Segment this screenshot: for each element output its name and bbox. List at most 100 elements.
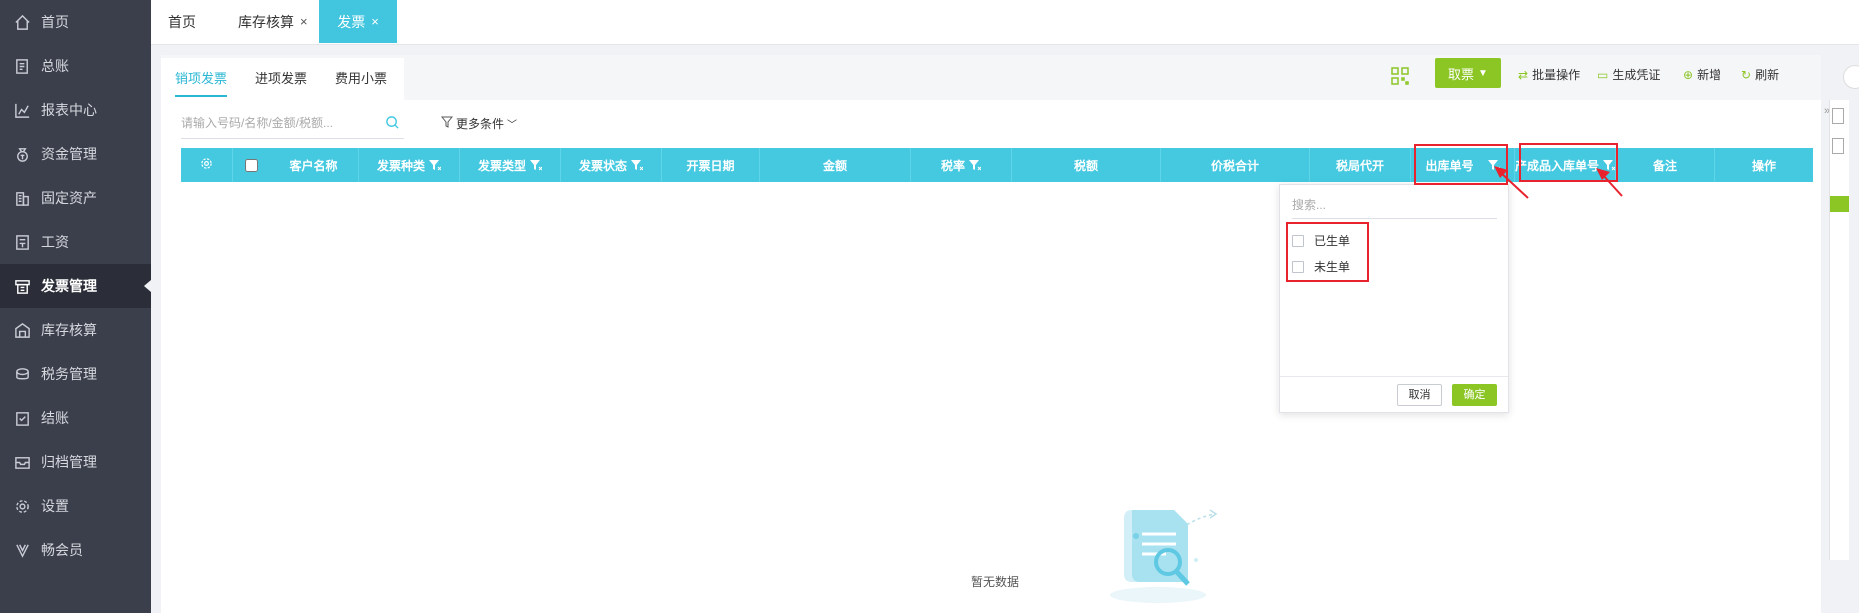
- empty-state-text: 暂无数据: [971, 575, 1020, 589]
- strip-box: [1832, 108, 1844, 124]
- column-settings[interactable]: [181, 148, 233, 182]
- column-amount[interactable]: 金额: [760, 148, 911, 182]
- filter-icon[interactable]: [631, 159, 644, 171]
- tab-label: 首页: [168, 13, 196, 30]
- column-actions[interactable]: 操作: [1715, 148, 1813, 182]
- sidebar-item-checkout[interactable]: 结账: [0, 396, 151, 440]
- sidebar-item-ledger[interactable]: 总账: [0, 44, 151, 88]
- more-filter-label: 更多条件: [456, 117, 505, 131]
- filter-icon[interactable]: [429, 159, 442, 171]
- button-label: 批量操作: [1532, 68, 1581, 82]
- column-tax-amount[interactable]: 税额: [1012, 148, 1161, 182]
- sidebar-item-invoice[interactable]: 发票管理: [0, 264, 151, 308]
- strip-badge: [1830, 196, 1849, 212]
- sidebar-item-label: 设置: [41, 498, 69, 514]
- select-all-checkbox[interactable]: [233, 148, 269, 182]
- sidebar-item-label: 税务管理: [41, 366, 97, 382]
- close-icon[interactable]: ×: [371, 14, 379, 29]
- column-customer-name[interactable]: 客户名称: [269, 148, 359, 182]
- refresh-icon: ↻: [1741, 67, 1752, 82]
- sidebar-item-label: 库存核算: [41, 322, 97, 338]
- qr-code-icon[interactable]: [1390, 66, 1410, 86]
- refresh-button[interactable]: ↻ 刷新: [1741, 66, 1779, 83]
- home-icon: [13, 13, 31, 31]
- invoice-subtabs: 销项发票 进项发票 费用小票: [161, 58, 404, 100]
- filter-icon[interactable]: [530, 159, 543, 171]
- batch-operation-button[interactable]: ⇄ 批量操作: [1518, 66, 1580, 83]
- payroll-icon: [13, 233, 31, 251]
- tax-icon: [13, 365, 31, 383]
- empty-state-illustration: [1096, 500, 1226, 605]
- dropdown-footer: 取消 确定: [1280, 376, 1508, 412]
- column-invoice-status[interactable]: 发票状态: [561, 148, 662, 182]
- sidebar-item-payroll[interactable]: 工资: [0, 220, 151, 264]
- gear-icon: [13, 497, 31, 515]
- column-invoice-kind[interactable]: 发票种类: [359, 148, 460, 182]
- chart-icon: [13, 101, 31, 119]
- sidebar-item-inventory[interactable]: 库存核算: [0, 308, 151, 352]
- column-remarks[interactable]: 备注: [1616, 148, 1715, 182]
- subtab-purchase-invoice[interactable]: 进项发票: [241, 58, 321, 100]
- main-content: 销项发票 进项发票 费用小票 取票 ▼ ⇄ 批量操作 ▭ 生成凭证 ⊕ 新增 ↻…: [161, 55, 1821, 613]
- sidebar-item-reports[interactable]: 报表中心: [0, 88, 151, 132]
- annotation-arrows: [1494, 166, 1623, 199]
- close-icon[interactable]: ×: [300, 14, 308, 29]
- column-total-with-tax[interactable]: 价税合计: [1161, 148, 1310, 182]
- more-filter-button[interactable]: 更多条件 ﹀: [440, 115, 517, 132]
- column-label: 税额: [1073, 158, 1098, 173]
- voucher-icon: ▭: [1597, 67, 1609, 82]
- filter-icon[interactable]: [969, 159, 982, 171]
- right-edge-strip: [1829, 100, 1849, 560]
- chevron-down-icon: ▼: [1478, 67, 1488, 79]
- money-bag-icon: [13, 145, 31, 163]
- column-tax-rate[interactable]: 税率: [911, 148, 1012, 182]
- column-tax-bureau-issued[interactable]: 税局代开: [1310, 148, 1411, 182]
- column-label: 操作: [1751, 158, 1776, 173]
- tab-invoice[interactable]: 发票 ×: [319, 0, 397, 43]
- sidebar-item-vip[interactable]: 畅会员: [0, 528, 151, 572]
- sidebar-item-label: 报表中心: [41, 102, 97, 118]
- invoice-icon: [13, 277, 31, 295]
- strip-box: [1832, 138, 1844, 154]
- sidebar-item-label: 畅会员: [41, 542, 83, 558]
- subtab-sales-invoice[interactable]: 销项发票: [161, 58, 241, 100]
- tab-label: 发票: [337, 13, 366, 30]
- tab-home[interactable]: 首页: [168, 0, 196, 43]
- column-label: 发票种类: [376, 158, 425, 173]
- tab-inventory[interactable]: 库存核算 ×: [238, 0, 308, 43]
- sidebar-item-home[interactable]: 首页: [0, 0, 151, 44]
- filter-dropdown: 搜索... 已生单 未生单 取消 确定: [1279, 184, 1509, 413]
- sidebar-item-label: 固定资产: [41, 190, 97, 206]
- generate-voucher-button[interactable]: ▭ 生成凭证: [1597, 66, 1660, 83]
- sidebar-item-label: 结账: [41, 410, 69, 426]
- gear-icon: [200, 157, 213, 173]
- sidebar-item-funds[interactable]: 资金管理: [0, 132, 151, 176]
- vip-icon: [13, 541, 31, 559]
- column-issue-date[interactable]: 开票日期: [662, 148, 760, 182]
- plus-circle-icon: ⊕: [1683, 67, 1694, 82]
- column-label: 开票日期: [686, 158, 735, 173]
- tab-label: 库存核算: [238, 13, 294, 30]
- column-label: 发票类型: [477, 158, 526, 173]
- annotation-box-options: [1286, 222, 1369, 282]
- sidebar-item-settings[interactable]: 设置: [0, 484, 151, 528]
- sidebar-item-assets[interactable]: 固定资产: [0, 176, 151, 220]
- confirm-button[interactable]: 确定: [1452, 384, 1497, 406]
- sidebar-item-tax[interactable]: 税务管理: [0, 352, 151, 396]
- sidebar-item-label: 首页: [41, 14, 69, 30]
- button-label: 生成凭证: [1612, 68, 1661, 82]
- subtab-bar: 销项发票 进项发票 费用小票 取票 ▼ ⇄ 批量操作 ▭ 生成凭证 ⊕ 新增 ↻…: [161, 55, 1821, 100]
- search-input[interactable]: [181, 116, 376, 130]
- sidebar-item-label: 发票管理: [41, 278, 97, 294]
- column-invoice-type[interactable]: 发票类型: [460, 148, 561, 182]
- search-icon[interactable]: [385, 115, 400, 133]
- fetch-invoice-button[interactable]: 取票 ▼: [1435, 58, 1501, 88]
- sidebar-item-archive[interactable]: 归档管理: [0, 440, 151, 484]
- sidebar-item-label: 总账: [41, 58, 69, 74]
- button-label: 刷新: [1755, 68, 1780, 82]
- cancel-button[interactable]: 取消: [1397, 384, 1442, 406]
- add-button[interactable]: ⊕ 新增: [1683, 66, 1721, 83]
- dropdown-search-input[interactable]: 搜索...: [1292, 191, 1497, 219]
- subtab-expense-receipt[interactable]: 费用小票: [321, 58, 401, 100]
- select-all-input[interactable]: [244, 158, 258, 172]
